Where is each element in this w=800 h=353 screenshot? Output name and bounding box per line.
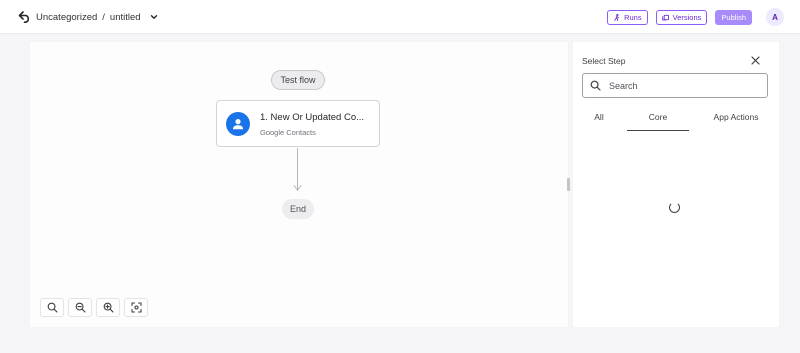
close-icon[interactable] xyxy=(750,55,761,66)
flow-name: untitled xyxy=(109,11,141,23)
zoom-controls xyxy=(40,298,148,318)
select-step-panel: Select Step All Core App Actions xyxy=(573,42,779,327)
chevron-down-icon xyxy=(150,15,157,19)
step-title: 1. New Or Updated Co... xyxy=(260,112,365,123)
versions-icon xyxy=(661,14,669,20)
zoom-out-button[interactable] xyxy=(68,298,92,317)
focus-button[interactable] xyxy=(124,298,148,317)
zoom-in-button[interactable] xyxy=(96,298,120,317)
tab-core[interactable]: Core xyxy=(627,109,689,131)
step-app-name: Google Contacts xyxy=(260,128,316,137)
zoom-fit-icon xyxy=(47,302,58,313)
step-search-box xyxy=(582,73,768,98)
test-flow-button[interactable]: Test flow xyxy=(271,70,325,90)
trigger-step-card[interactable]: 1. New Or Updated Co... Google Contacts xyxy=(216,100,380,147)
avatar[interactable]: A xyxy=(766,8,784,26)
run-icon xyxy=(614,13,620,21)
flow-canvas[interactable]: Test flow 1. New Or Updated Co... Google… xyxy=(30,42,568,327)
search-icon xyxy=(590,80,601,91)
versions-button[interactable]: Versions xyxy=(655,9,708,25)
end-node: End xyxy=(282,199,314,219)
versions-label: Versions xyxy=(672,12,702,22)
zoom-out-icon xyxy=(75,302,86,313)
top-bar: Uncategorized / untitled Runs Versions P… xyxy=(0,0,800,34)
runs-label: Runs xyxy=(624,12,642,22)
breadcrumb: Uncategorized / untitled xyxy=(36,9,158,25)
zoom-fit-button[interactable] xyxy=(40,298,64,317)
publish-button[interactable]: Publish xyxy=(715,9,752,25)
panel-title: Select Step xyxy=(582,56,626,66)
loading-spinner-icon xyxy=(669,202,680,213)
zoom-in-icon xyxy=(103,302,114,313)
arrow-down-icon xyxy=(293,185,302,191)
step-type-tabs: All Core App Actions xyxy=(573,109,779,131)
flow-name-dropdown[interactable]: untitled xyxy=(110,12,158,23)
runs-button[interactable]: Runs xyxy=(607,9,648,25)
person-icon xyxy=(226,112,250,136)
top-actions: Runs Versions Publish A xyxy=(607,8,784,26)
tab-app-actions[interactable]: App Actions xyxy=(703,109,769,131)
focus-icon xyxy=(130,302,142,313)
back-arrow-icon[interactable] xyxy=(17,10,31,24)
panel-resize-handle[interactable] xyxy=(567,178,570,191)
breadcrumb-separator: / xyxy=(102,11,105,23)
breadcrumb-folder[interactable]: Uncategorized xyxy=(36,12,97,23)
search-input[interactable] xyxy=(609,80,759,91)
tab-all[interactable]: All xyxy=(585,109,613,131)
